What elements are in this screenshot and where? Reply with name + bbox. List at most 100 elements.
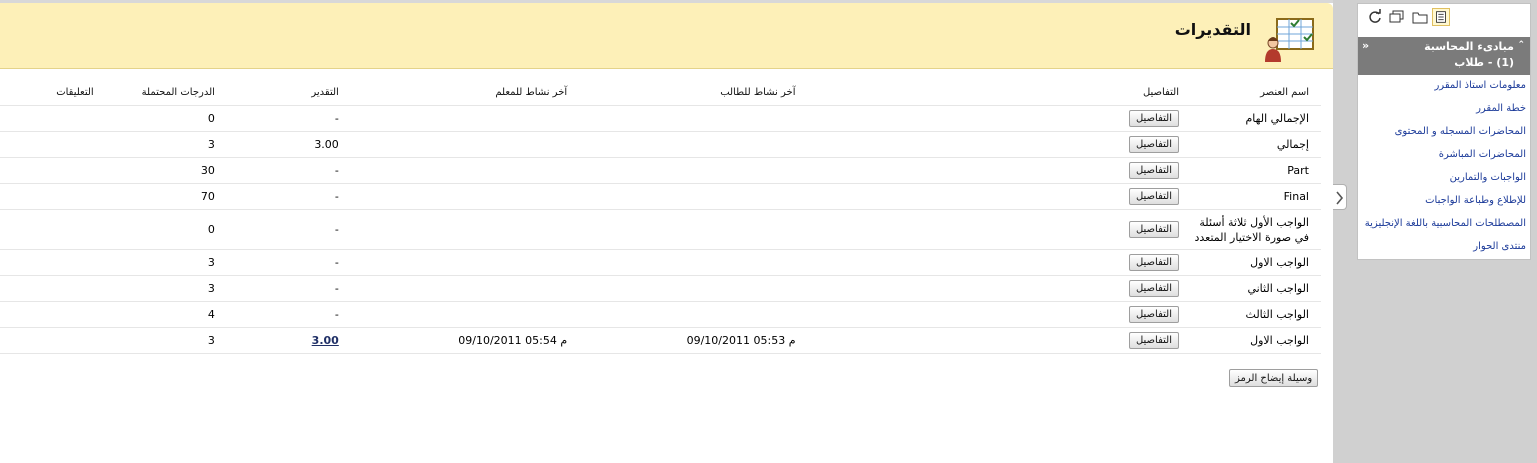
details-button[interactable]: التفاصيل (1128, 162, 1179, 179)
student-activity-cell (573, 157, 802, 184)
item-name-cell: الواجب الأول ثلاثة أسئلة في صورة الاختيا… (1184, 209, 1321, 250)
grade-cell: - (220, 301, 345, 328)
list-icon[interactable] (1432, 8, 1450, 26)
details-button[interactable]: التفاصيل (1128, 280, 1179, 297)
item-name-text: الواجب الأول ثلاثة أسئلة في صورة الاختيا… (1194, 215, 1309, 244)
column-header-name: اسم العنصر (1184, 80, 1321, 106)
details-cell: التفاصيل (801, 275, 1184, 302)
possible-cell: 30 (101, 157, 221, 184)
course-header[interactable]: » ⌃ مبادىء المحاسبة (1) - طلاب (1358, 37, 1530, 75)
item-name-cell: Final (1184, 183, 1321, 210)
menu-item-instructor-info[interactable]: معلومات استاذ المقرر (1434, 78, 1526, 94)
comments-cell (0, 275, 102, 302)
teacher-activity-cell (344, 131, 574, 158)
table-row: 4 - التفاصيل الواجب الثالث (0, 301, 1321, 328)
details-button[interactable]: التفاصيل (1128, 110, 1179, 127)
student-activity-cell: 09/10/2011 05:53 م (573, 327, 802, 354)
student-activity-cell (573, 301, 802, 328)
menu-item-live-lectures[interactable]: المحاضرات المباشرة (1439, 147, 1526, 163)
details-cell: التفاصيل (801, 209, 1184, 250)
menu-item-recorded-lectures[interactable]: المحاضرات المسجله و المحتوى (1395, 124, 1526, 140)
student-activity-cell (573, 209, 802, 250)
chevron-right-icon (1336, 191, 1344, 205)
page-title: التقديرات (1174, 20, 1251, 39)
refresh-icon[interactable] (1366, 8, 1384, 26)
menu-item-course-plan[interactable]: خطة المقرر (1476, 101, 1526, 117)
main-content: التقديرات التعليقات الدرجات المحتملة الت… (0, 0, 1333, 463)
grades-icon (1265, 18, 1314, 62)
table-row: 3 - التفاصيل الواجب الثاني (0, 275, 1321, 302)
grade-cell: - (220, 249, 345, 276)
menu-item-discussion-forum[interactable]: منتدى الحوار (1473, 239, 1526, 255)
teacher-activity-cell (344, 183, 574, 210)
grade-cell: - (220, 209, 345, 250)
grade-cell: - (220, 157, 345, 184)
table-row: 3 3.00 التفاصيل إجمالي (0, 131, 1321, 158)
column-header-student-activity: آخر نشاط للطالب (573, 80, 802, 106)
grades-table: التعليقات الدرجات المحتملة التقدير آخر ن… (0, 80, 1321, 354)
comments-cell (0, 183, 102, 210)
possible-cell: 3 (101, 131, 221, 158)
details-button[interactable]: التفاصيل (1128, 306, 1179, 323)
possible-cell: 3 (101, 275, 221, 302)
course-menu: » ⌃ مبادىء المحاسبة (1) - طلاب معلومات ا… (1357, 3, 1531, 260)
teacher-activity-cell (344, 275, 574, 302)
teacher-activity-cell (344, 301, 574, 328)
grade-link[interactable]: 3.00 (312, 334, 339, 347)
teacher-activity-cell (344, 157, 574, 184)
grade-cell: 3.00 (220, 327, 345, 354)
teacher-activity-cell (344, 249, 574, 276)
comments-cell (0, 301, 102, 328)
column-header-possible: الدرجات المحتملة (101, 80, 221, 106)
item-name-cell: الإجمالي الهام (1184, 105, 1321, 132)
menu-item-assignments[interactable]: الواجبات والتمارين (1450, 170, 1526, 186)
teacher-activity-cell (344, 209, 574, 250)
item-name-cell: الواجب الاول (1184, 249, 1321, 276)
table-row: 0 - التفاصيل الإجمالي الهام (0, 105, 1321, 132)
column-header-grade: التقدير (220, 80, 345, 106)
details-cell: التفاصيل (801, 301, 1184, 328)
details-button[interactable]: التفاصيل (1128, 332, 1179, 349)
menu-toolbar (1358, 4, 1530, 32)
comments-cell (0, 249, 102, 276)
comments-cell (0, 327, 102, 354)
possible-cell: 0 (101, 105, 221, 132)
table-row: 3 - التفاصيل الواجب الاول (0, 249, 1321, 276)
teacher-activity-cell: 09/10/2011 05:54 م (344, 327, 574, 354)
item-name-cell: الواجب الاول (1184, 327, 1321, 354)
table-header-row: التعليقات الدرجات المحتملة التقدير آخر ن… (0, 80, 1321, 106)
collapse-up-icon[interactable]: ⌃ (1517, 40, 1525, 50)
comments-cell (0, 131, 102, 158)
column-header-comments: التعليقات (0, 80, 102, 106)
details-button[interactable]: التفاصيل (1128, 136, 1179, 153)
possible-cell: 0 (101, 209, 221, 250)
item-name-cell: Part (1184, 157, 1321, 184)
item-name-cell: الواجب الثالث (1184, 301, 1321, 328)
possible-cell: 4 (101, 301, 221, 328)
comments-cell (0, 209, 102, 250)
menu-item-english-terms[interactable]: المصطلحات المحاسبية باللغة الإنجليزية (1365, 216, 1526, 232)
details-button[interactable]: التفاصيل (1128, 221, 1179, 238)
item-name-cell: إجمالي (1184, 131, 1321, 158)
student-activity-cell (573, 249, 802, 276)
details-button[interactable]: التفاصيل (1128, 188, 1179, 205)
table-row: 0 - التفاصيل الواجب الأول ثلاثة أسئلة في… (0, 209, 1321, 250)
student-activity-cell (573, 183, 802, 210)
teacher-activity-cell (344, 105, 574, 132)
collapse-panel-button[interactable] (1333, 184, 1347, 210)
course-title: مبادىء المحاسبة (1424, 40, 1514, 53)
possible-cell: 70 (101, 183, 221, 210)
details-cell: التفاصيل (801, 131, 1184, 158)
item-name-cell: الواجب الثاني (1184, 275, 1321, 302)
double-chevron-icon[interactable]: » (1362, 39, 1369, 52)
folder-icon[interactable] (1411, 8, 1429, 26)
grade-cell: - (220, 275, 345, 302)
windows-icon[interactable] (1388, 8, 1406, 26)
table-row: 30 - التفاصيل Part (0, 157, 1321, 184)
details-button[interactable]: التفاصيل (1128, 254, 1179, 271)
menu-item-print-assignments[interactable]: للإطلاع وطباعة الواجبات (1425, 193, 1526, 209)
possible-cell: 3 (101, 327, 221, 354)
student-activity-cell (573, 105, 802, 132)
icon-legend-button[interactable]: وسيلة إيضاح الرمز (1229, 369, 1319, 387)
course-subtitle: (1) - طلاب (1454, 56, 1514, 69)
